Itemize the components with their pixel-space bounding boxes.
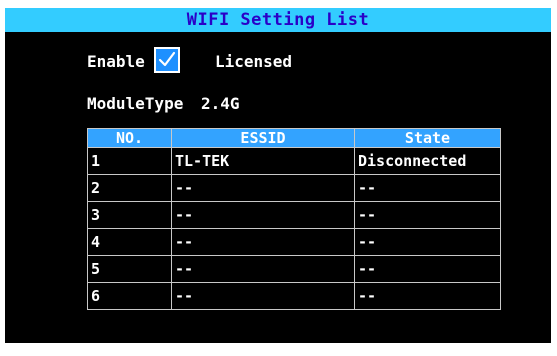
row-state: -- — [354, 255, 501, 283]
row-state: -- — [354, 174, 501, 202]
checkmark-icon — [158, 51, 176, 67]
table-row[interactable]: 6 -- -- — [87, 282, 501, 310]
wifi-settings-screen: WIFI Setting List Enable Licensed Module… — [5, 8, 551, 343]
row-essid: -- — [171, 201, 355, 229]
row-no: 5 — [87, 255, 172, 283]
row-state: Disconnected — [354, 147, 501, 175]
row-essid: -- — [171, 255, 355, 283]
row-essid: -- — [171, 282, 355, 310]
module-type-value: 2.4G — [201, 94, 240, 113]
row-no: 6 — [87, 282, 172, 310]
table-header-row: NO. ESSID State — [87, 128, 501, 148]
table-row[interactable]: 2 -- -- — [87, 174, 501, 202]
enable-checkbox[interactable] — [154, 47, 180, 73]
table-row[interactable]: 3 -- -- — [87, 201, 501, 229]
row-state: -- — [354, 282, 501, 310]
row-state: -- — [354, 228, 501, 256]
page-title: WIFI Setting List — [186, 10, 370, 30]
column-header-no: NO. — [87, 128, 172, 148]
row-essid: TL-TEK — [171, 147, 355, 175]
title-bar: WIFI Setting List — [5, 8, 551, 32]
row-state: -- — [354, 201, 501, 229]
column-header-state: State — [354, 128, 501, 148]
table-row[interactable]: 4 -- -- — [87, 228, 501, 256]
row-no: 2 — [87, 174, 172, 202]
row-no: 3 — [87, 201, 172, 229]
column-header-essid: ESSID — [171, 128, 355, 148]
table-row[interactable]: 5 -- -- — [87, 255, 501, 283]
row-essid: -- — [171, 174, 355, 202]
table-row[interactable]: 1 TL-TEK Disconnected — [87, 147, 501, 175]
module-type-label: ModuleType — [87, 94, 184, 113]
enable-label: Enable — [87, 52, 145, 71]
licensed-label: Licensed — [215, 52, 293, 71]
row-no: 1 — [87, 147, 172, 175]
row-no: 4 — [87, 228, 172, 256]
wifi-list-table: NO. ESSID State 1 TL-TEK Disconnected 2 … — [87, 128, 501, 310]
row-essid: -- — [171, 228, 355, 256]
